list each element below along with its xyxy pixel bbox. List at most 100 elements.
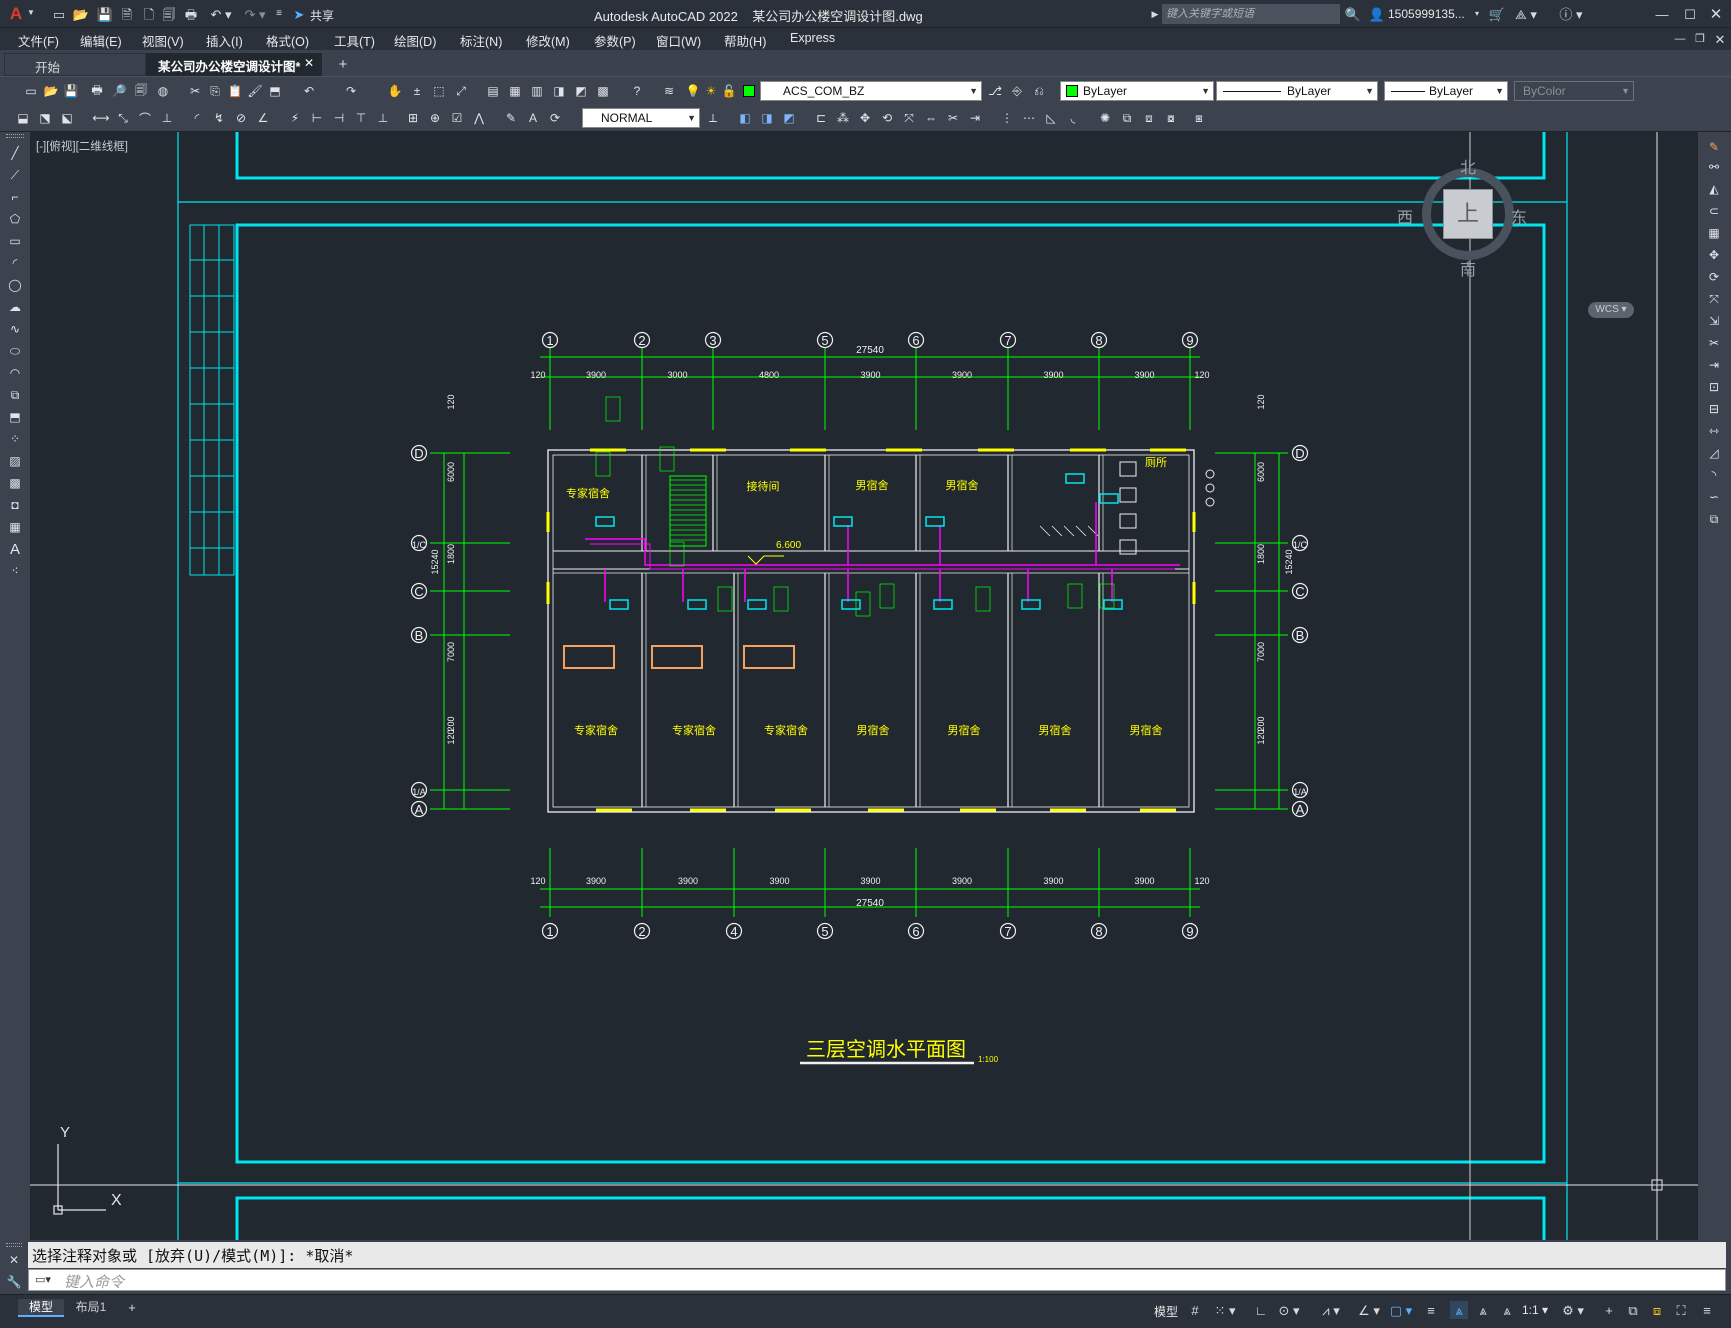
dim-aligned-icon[interactable]: ⤡	[114, 109, 132, 127]
gradient-icon[interactable]: ▩	[6, 474, 24, 492]
plot-icon[interactable]: 🖶	[182, 5, 200, 23]
circle-icon[interactable]: ◯	[6, 276, 24, 294]
command-input-placeholder[interactable]: 键入命令	[64, 1271, 124, 1292]
blend-right-icon[interactable]: ∽	[1705, 488, 1723, 506]
offset-right-icon[interactable]: ⊂	[1705, 202, 1723, 220]
search-input[interactable]: 键入关键字或短语	[1162, 4, 1340, 24]
join-icon[interactable]: ⋯	[1020, 109, 1038, 127]
layer-on-icon[interactable]: 💡	[684, 82, 702, 100]
lineweight-toggle-icon[interactable]: ≡	[1422, 1301, 1440, 1319]
dim-text-edit-icon[interactable]: A	[524, 109, 542, 127]
save-icon[interactable]: 💾	[96, 5, 114, 23]
plotstyle-dropdown[interactable]: ByColor ▼	[1514, 81, 1634, 101]
user-icon[interactable]: 👤	[1368, 5, 1386, 23]
dim-radius-icon[interactable]: ◜	[188, 109, 206, 127]
quick-dim-icon[interactable]: ⚡	[286, 109, 304, 127]
doc-restore-icon[interactable]: ❐	[1692, 31, 1708, 47]
layer-previous-icon[interactable]: ⎆	[1008, 82, 1026, 100]
app-menu-arrow-icon[interactable]: ▼	[26, 6, 36, 20]
region-icon[interactable]: ◘	[6, 496, 24, 514]
viewcube-face-top[interactable]: 上	[1443, 189, 1493, 239]
copy-right-icon[interactable]: ⚯	[1705, 158, 1723, 176]
new-file-icon[interactable]: ▭	[50, 5, 68, 23]
workspace-gear-icon[interactable]: ⚙ ▾	[1558, 1301, 1588, 1319]
quick-access-dropdown-icon[interactable]: ≡	[272, 5, 286, 23]
explode-icon[interactable]: ✺	[1096, 109, 1114, 127]
chamfer-right-icon[interactable]: ◿	[1705, 444, 1723, 462]
dim-linear-icon[interactable]: ⟷	[92, 109, 110, 127]
isolate-objects-icon[interactable]: ⛶	[1672, 1301, 1690, 1319]
new-tab-icon[interactable]: +	[334, 56, 352, 72]
fillet-icon[interactable]: ◟	[1064, 109, 1082, 127]
user-dropdown-icon[interactable]: ▾	[1472, 7, 1482, 21]
dim-diameter-icon[interactable]: ⊘	[232, 109, 250, 127]
save-web-icon[interactable]: 🗐	[160, 5, 178, 23]
markup-icon[interactable]: ◩	[572, 82, 590, 100]
copy-obj-icon[interactable]: ◨	[758, 109, 776, 127]
auto-scale-icon[interactable]: ⩓	[1474, 1301, 1492, 1319]
search-icon[interactable]: 🔍	[1344, 5, 1362, 23]
tab-close-icon[interactable]: ✕	[304, 56, 314, 70]
zoom-window-icon[interactable]: ⬚	[430, 82, 448, 100]
zoom-realtime-icon[interactable]: ±	[408, 82, 426, 100]
layer-states-icon[interactable]: ⎌	[1030, 82, 1048, 100]
help-icon[interactable]: ⓘ ▾	[1556, 5, 1586, 23]
break-point-right-icon[interactable]: ⊡	[1705, 378, 1723, 396]
block-write-icon[interactable]: ⬕	[58, 109, 76, 127]
polyline-icon[interactable]: ⌐	[6, 188, 24, 206]
insert-block-icon[interactable]: ⧉	[6, 386, 24, 404]
tool-palettes-icon[interactable]: ▥	[528, 82, 546, 100]
table-icon[interactable]: ▦	[6, 518, 24, 536]
menu-view[interactable]: 视图(V)	[142, 31, 184, 50]
layer-lock-icon[interactable]: 🔓	[720, 82, 738, 100]
add-selected-icon[interactable]: ⁖	[6, 562, 24, 580]
menu-express[interactable]: Express	[790, 31, 835, 45]
cart-icon[interactable]: 🛒	[1488, 5, 1506, 23]
rotate-icon[interactable]: ⟲	[878, 109, 896, 127]
text-front-icon[interactable]: ⧆	[1190, 109, 1208, 127]
rotate-right-icon[interactable]: ⟳	[1705, 268, 1723, 286]
erase-right-icon[interactable]: ✎	[1705, 138, 1723, 156]
ellipse-arc-icon[interactable]: ◠	[6, 364, 24, 382]
menu-parametric[interactable]: 参数(P)	[594, 31, 636, 50]
array-icon[interactable]: ⁂	[834, 109, 852, 127]
explode-right-icon[interactable]: ⧉	[1705, 510, 1723, 528]
units-icon[interactable]: ⧉	[1624, 1301, 1642, 1319]
undo-tb-icon[interactable]: ↶	[300, 82, 318, 100]
chamfer-icon[interactable]: ◺	[1042, 109, 1060, 127]
qnew-icon[interactable]: ▭	[22, 82, 40, 100]
save-as-icon[interactable]: 🗎	[118, 5, 136, 23]
dim-space-icon[interactable]: ⊤	[352, 109, 370, 127]
menu-format[interactable]: 格式(O)	[266, 31, 309, 50]
wcs-menu[interactable]: WCS ▾	[1588, 302, 1634, 318]
menu-file[interactable]: 文件(F)	[18, 31, 59, 50]
viewcube[interactable]: 上 北 南 西 东	[1397, 150, 1530, 300]
scale-icon[interactable]: ⤧	[900, 109, 918, 127]
plot-tb-icon[interactable]: 🖶	[88, 82, 106, 100]
draw-toolbar-grip[interactable]	[6, 134, 24, 138]
grid-icon[interactable]: #	[1186, 1301, 1204, 1319]
dim-edit-icon[interactable]: ✎	[502, 109, 520, 127]
menu-insert[interactable]: 插入(I)	[206, 31, 243, 50]
layer-dropdown[interactable]: ACS_COM_BZ ▼	[760, 81, 982, 101]
app-logo[interactable]: A	[6, 3, 26, 23]
dim-jogged-icon[interactable]: ↯	[210, 109, 228, 127]
trim-right-icon[interactable]: ✂	[1705, 334, 1723, 352]
copy-icon[interactable]: ⎘	[206, 82, 224, 100]
search-expand-icon[interactable]: ▶	[1150, 6, 1160, 22]
command-recent-icon[interactable]: ▭▾	[32, 1271, 54, 1289]
tab-layout1[interactable]: 布局1	[68, 1299, 114, 1317]
dim-angular-icon[interactable]: ∠	[254, 109, 272, 127]
polygon-icon[interactable]: ⬠	[6, 210, 24, 228]
design-center-icon[interactable]: ▦	[506, 82, 524, 100]
block-editor-icon[interactable]: ⬒	[266, 82, 284, 100]
menu-window[interactable]: 窗口(W)	[656, 31, 701, 50]
lineweight-dropdown[interactable]: ByLayer ▼	[1384, 81, 1508, 101]
command-customize-icon[interactable]: 🔧	[6, 1274, 22, 1290]
dim-arc-icon[interactable]: ⌒	[136, 109, 154, 127]
dim-update-icon[interactable]: ⟳	[546, 109, 564, 127]
share-button[interactable]: 共享	[310, 7, 334, 24]
point-icon[interactable]: ⁘	[6, 430, 24, 448]
join-right-icon[interactable]: ⇿	[1705, 422, 1723, 440]
user-name[interactable]: 1505999135...	[1388, 7, 1465, 21]
